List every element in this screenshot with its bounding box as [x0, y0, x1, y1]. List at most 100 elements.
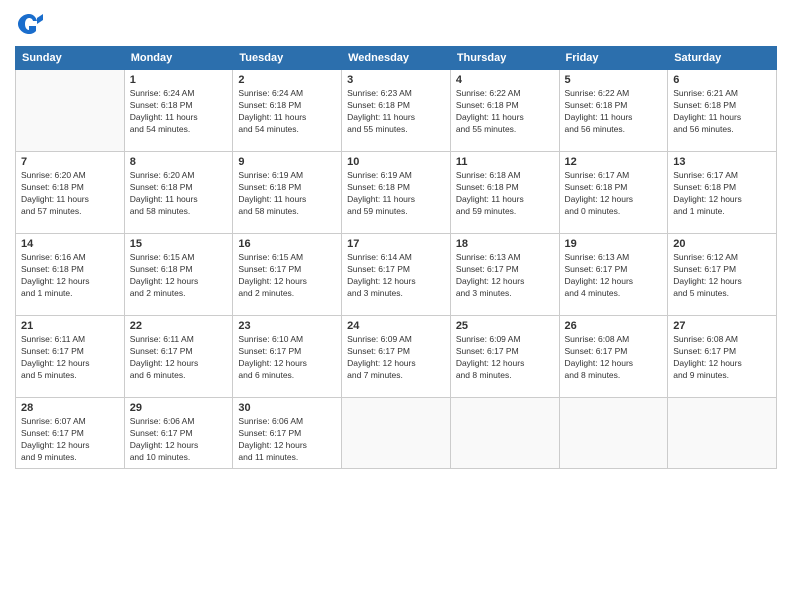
calendar-cell: 15 Sunrise: 6:15 AM Sunset: 6:18 PM Dayli… — [124, 234, 233, 316]
day-info: Sunrise: 6:13 AM Sunset: 6:17 PM Dayligh… — [565, 252, 663, 300]
calendar-cell: 12Sunrise: 6:17 AM Sunset: 6:18 PM Dayli… — [559, 152, 668, 234]
day-info: Sunrise: 6:08 AM Sunset: 6:17 PM Dayligh… — [565, 334, 663, 382]
calendar-cell — [342, 398, 451, 469]
day-info: Sunrise: 6:19 AM Sunset: 6:18 PM Dayligh… — [238, 170, 336, 218]
day-info: Sunrise: 6:07 AM Sunset: 6:17 PM Dayligh… — [21, 416, 119, 464]
day-number: 19 — [565, 238, 663, 250]
day-info: Sunrise: 6:17 AM Sunset: 6:18 PM Dayligh… — [565, 170, 663, 218]
calendar-cell: 4 Sunrise: 6:22 AM Sunset: 6:18 PM Daylig… — [450, 70, 559, 152]
day-number: 18 — [456, 238, 554, 250]
day-info: Sunrise: 6:24 AM Sunset: 6:18 PM Dayligh… — [238, 88, 336, 136]
calendar-cell: 29 Sunrise: 6:06 AM Sunset: 6:17 PM Dayli… — [124, 398, 233, 469]
logo-icon — [15, 10, 43, 38]
day-info: Sunrise: 6:22 AM Sunset: 6:18 PM Dayligh… — [456, 88, 554, 136]
day-number: 15 — [130, 238, 228, 250]
day-number: 4 — [456, 74, 554, 86]
day-number: 11 — [456, 156, 554, 168]
calendar-cell: 9 Sunrise: 6:19 AM Sunset: 6:18 PM Daylig… — [233, 152, 342, 234]
calendar-cell: 16 Sunrise: 6:15 AM Sunset: 6:17 PM Dayli… — [233, 234, 342, 316]
calendar-week-row: 21 Sunrise: 6:11 AM Sunset: 6:17 PM Dayli… — [16, 316, 777, 398]
day-number: 28 — [21, 402, 119, 414]
day-number: 3 — [347, 74, 445, 86]
day-info: Sunrise: 6:13 AM Sunset: 6:17 PM Dayligh… — [456, 252, 554, 300]
day-info: Sunrise: 6:12 AM Sunset: 6:17 PM Dayligh… — [673, 252, 771, 300]
day-number: 13 — [673, 156, 771, 168]
header — [15, 10, 777, 38]
calendar-cell: 18 Sunrise: 6:13 AM Sunset: 6:17 PM Dayli… — [450, 234, 559, 316]
calendar-cell: 22 Sunrise: 6:11 AM Sunset: 6:17 PM Dayli… — [124, 316, 233, 398]
calendar-header-saturday: Saturday — [668, 47, 777, 70]
calendar-cell: 25Sunrise: 6:09 AM Sunset: 6:17 PM Dayli… — [450, 316, 559, 398]
calendar-cell: 27 Sunrise: 6:08 AM Sunset: 6:17 PM Dayli… — [668, 316, 777, 398]
day-number: 26 — [565, 320, 663, 332]
calendar-week-row: 1 Sunrise: 6:24 AM Sunset: 6:18 PM Daylig… — [16, 70, 777, 152]
calendar-header-sunday: Sunday — [16, 47, 125, 70]
day-number: 30 — [238, 402, 336, 414]
day-number: 22 — [130, 320, 228, 332]
day-info: Sunrise: 6:17 AM Sunset: 6:18 PM Dayligh… — [673, 170, 771, 218]
day-number: 7 — [21, 156, 119, 168]
day-number: 27 — [673, 320, 771, 332]
day-number: 20 — [673, 238, 771, 250]
calendar-cell: 26 Sunrise: 6:08 AM Sunset: 6:17 PM Dayli… — [559, 316, 668, 398]
day-info: Sunrise: 6:23 AM Sunset: 6:18 PM Dayligh… — [347, 88, 445, 136]
day-info: Sunrise: 6:08 AM Sunset: 6:17 PM Dayligh… — [673, 334, 771, 382]
day-info: Sunrise: 6:09 AM Sunset: 6:17 PM Dayligh… — [347, 334, 445, 382]
calendar-header-tuesday: Tuesday — [233, 47, 342, 70]
calendar-cell: 17 Sunrise: 6:14 AM Sunset: 6:17 PM Dayli… — [342, 234, 451, 316]
calendar-cell: 6Sunrise: 6:21 AM Sunset: 6:18 PM Daylig… — [668, 70, 777, 152]
day-info: Sunrise: 6:24 AM Sunset: 6:18 PM Dayligh… — [130, 88, 228, 136]
calendar-cell: 1 Sunrise: 6:24 AM Sunset: 6:18 PM Daylig… — [124, 70, 233, 152]
calendar-table: SundayMondayTuesdayWednesdayThursdayFrid… — [15, 46, 777, 469]
calendar-week-row: 7 Sunrise: 6:20 AM Sunset: 6:18 PM Daylig… — [16, 152, 777, 234]
day-number: 21 — [21, 320, 119, 332]
calendar-week-row: 14Sunrise: 6:16 AM Sunset: 6:18 PM Dayli… — [16, 234, 777, 316]
day-number: 9 — [238, 156, 336, 168]
day-info: Sunrise: 6:21 AM Sunset: 6:18 PM Dayligh… — [673, 88, 771, 136]
calendar-cell: 24 Sunrise: 6:09 AM Sunset: 6:17 PM Dayli… — [342, 316, 451, 398]
day-number: 2 — [238, 74, 336, 86]
day-number: 8 — [130, 156, 228, 168]
day-number: 23 — [238, 320, 336, 332]
calendar-cell: 19 Sunrise: 6:13 AM Sunset: 6:17 PM Dayli… — [559, 234, 668, 316]
calendar-cell: 2 Sunrise: 6:24 AM Sunset: 6:18 PM Daylig… — [233, 70, 342, 152]
day-info: Sunrise: 6:15 AM Sunset: 6:17 PM Dayligh… — [238, 252, 336, 300]
day-info: Sunrise: 6:11 AM Sunset: 6:17 PM Dayligh… — [130, 334, 228, 382]
day-number: 29 — [130, 402, 228, 414]
calendar-cell: 10Sunrise: 6:19 AM Sunset: 6:18 PM Dayli… — [342, 152, 451, 234]
day-info: Sunrise: 6:20 AM Sunset: 6:18 PM Dayligh… — [21, 170, 119, 218]
day-info: Sunrise: 6:18 AM Sunset: 6:18 PM Dayligh… — [456, 170, 554, 218]
calendar-cell — [668, 398, 777, 469]
day-number: 16 — [238, 238, 336, 250]
calendar-header-wednesday: Wednesday — [342, 47, 451, 70]
calendar-cell: 7 Sunrise: 6:20 AM Sunset: 6:18 PM Daylig… — [16, 152, 125, 234]
calendar-cell: 28 Sunrise: 6:07 AM Sunset: 6:17 PM Dayli… — [16, 398, 125, 469]
calendar-cell: 11 Sunrise: 6:18 AM Sunset: 6:18 PM Dayli… — [450, 152, 559, 234]
day-info: Sunrise: 6:10 AM Sunset: 6:17 PM Dayligh… — [238, 334, 336, 382]
calendar-cell: 21Sunrise: 6:11 AM Sunset: 6:17 PM Dayli… — [16, 316, 125, 398]
calendar-cell: 14Sunrise: 6:16 AM Sunset: 6:18 PM Dayli… — [16, 234, 125, 316]
calendar-cell: 3 Sunrise: 6:23 AM Sunset: 6:18 PM Daylig… — [342, 70, 451, 152]
day-info: Sunrise: 6:14 AM Sunset: 6:17 PM Dayligh… — [347, 252, 445, 300]
day-number: 1 — [130, 74, 228, 86]
calendar-header-monday: Monday — [124, 47, 233, 70]
day-number: 24 — [347, 320, 445, 332]
day-info: Sunrise: 6:06 AM Sunset: 6:17 PM Dayligh… — [238, 416, 336, 464]
calendar-cell: 20 Sunrise: 6:12 AM Sunset: 6:17 PM Dayli… — [668, 234, 777, 316]
day-number: 10 — [347, 156, 445, 168]
calendar-week-row: 28 Sunrise: 6:07 AM Sunset: 6:17 PM Dayli… — [16, 398, 777, 469]
calendar-cell: 8Sunrise: 6:20 AM Sunset: 6:18 PM Daylig… — [124, 152, 233, 234]
calendar-header-thursday: Thursday — [450, 47, 559, 70]
day-number: 5 — [565, 74, 663, 86]
calendar-header-row: SundayMondayTuesdayWednesdayThursdayFrid… — [16, 47, 777, 70]
calendar-cell — [450, 398, 559, 469]
day-number: 17 — [347, 238, 445, 250]
day-info: Sunrise: 6:22 AM Sunset: 6:18 PM Dayligh… — [565, 88, 663, 136]
day-info: Sunrise: 6:06 AM Sunset: 6:17 PM Dayligh… — [130, 416, 228, 464]
day-number: 25 — [456, 320, 554, 332]
calendar-header-friday: Friday — [559, 47, 668, 70]
calendar-cell — [16, 70, 125, 152]
day-info: Sunrise: 6:15 AM Sunset: 6:18 PM Dayligh… — [130, 252, 228, 300]
day-info: Sunrise: 6:16 AM Sunset: 6:18 PM Dayligh… — [21, 252, 119, 300]
calendar-cell — [559, 398, 668, 469]
